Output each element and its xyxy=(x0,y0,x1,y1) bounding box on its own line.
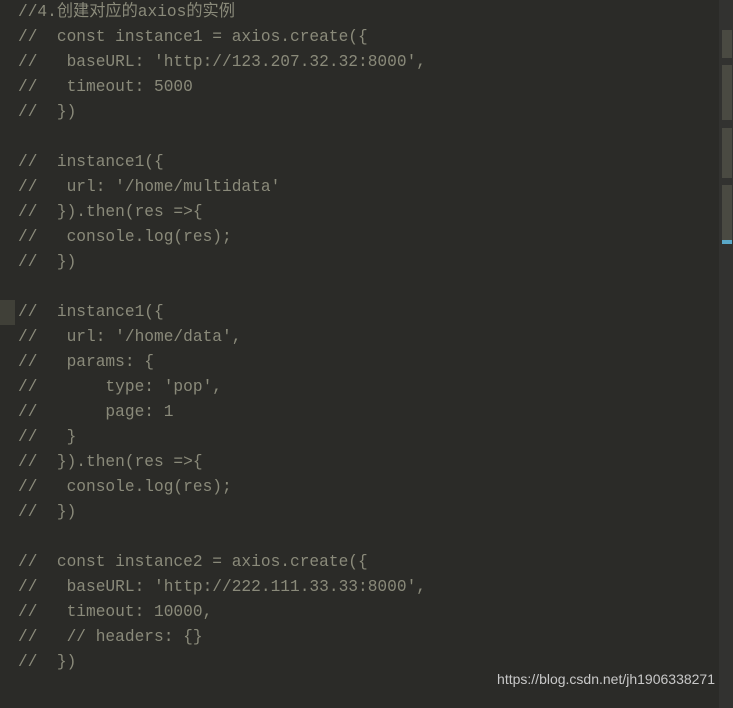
code-line: // const instance1 = axios.create({ xyxy=(18,25,733,50)
code-line: // url: '/home/data', xyxy=(18,325,733,350)
code-line: // params: { xyxy=(18,350,733,375)
code-line: // timeout: 10000, xyxy=(18,600,733,625)
code-line: // console.log(res); xyxy=(18,475,733,500)
code-line: // baseURL: 'http://123.207.32.32:8000', xyxy=(18,50,733,75)
code-line: // // headers: {} xyxy=(18,625,733,650)
code-line: // timeout: 5000 xyxy=(18,75,733,100)
code-line xyxy=(18,275,733,300)
code-line: // }) xyxy=(18,100,733,125)
minimap-viewport[interactable] xyxy=(722,240,732,244)
minimap-block xyxy=(722,185,732,240)
code-line: // instance1({ xyxy=(18,150,733,175)
code-line xyxy=(18,525,733,550)
code-line: // }) xyxy=(18,500,733,525)
code-line: // type: 'pop', xyxy=(18,375,733,400)
watermark: https://blog.csdn.net/jh1906338271 xyxy=(497,667,715,692)
code-line: //4.创建对应的axios的实例 xyxy=(18,0,733,25)
code-line: // instance1({ xyxy=(18,300,733,325)
code-line: // }).then(res =>{ xyxy=(18,200,733,225)
code-line: // }) xyxy=(18,250,733,275)
code-line: // const instance2 = axios.create({ xyxy=(18,550,733,575)
code-line: // }).then(res =>{ xyxy=(18,450,733,475)
code-line: // console.log(res); xyxy=(18,225,733,250)
minimap-block xyxy=(722,30,732,58)
minimap-block xyxy=(722,128,732,178)
minimap[interactable] xyxy=(719,0,733,708)
minimap-block xyxy=(722,65,732,120)
code-line: // } xyxy=(18,425,733,450)
code-line: // baseURL: 'http://222.111.33.33:8000', xyxy=(18,575,733,600)
code-editor[interactable]: //4.创建对应的axios的实例 // const instance1 = a… xyxy=(0,0,733,675)
code-line: // url: '/home/multidata' xyxy=(18,175,733,200)
code-line: // page: 1 xyxy=(18,400,733,425)
code-line xyxy=(18,125,733,150)
